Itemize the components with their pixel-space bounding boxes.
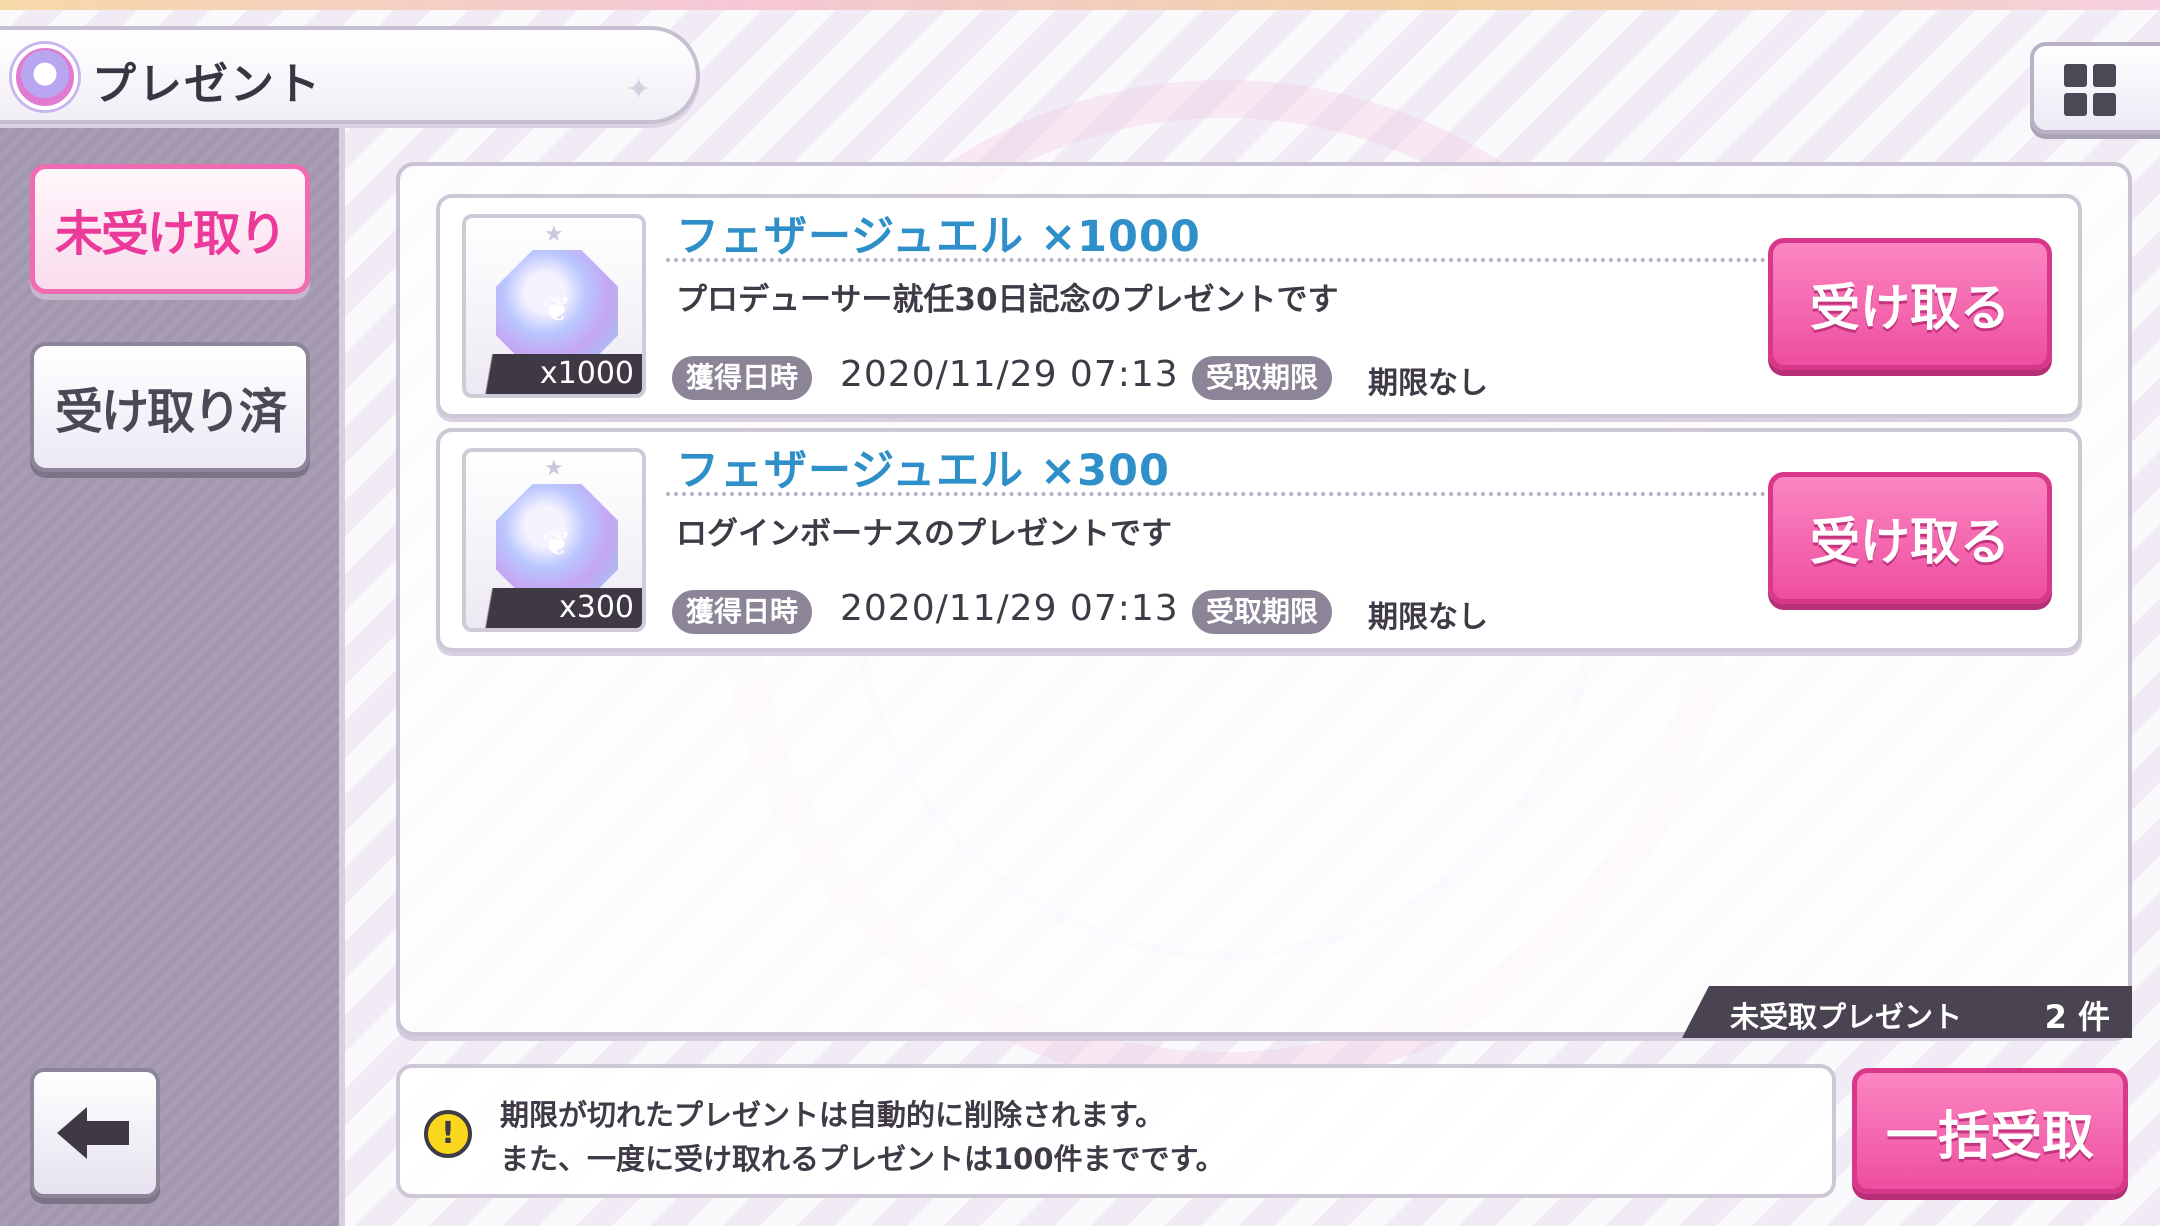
grid-menu-icon — [2064, 64, 2116, 116]
deadline-value: 期限なし — [1368, 366, 1488, 401]
wing-icon: ❦ — [542, 290, 572, 330]
page-title: プレゼント — [92, 59, 322, 110]
deadline-value: 期限なし — [1368, 600, 1488, 635]
unreceived-count-label: 未受取プレゼント — [1730, 1000, 1963, 1034]
divider — [666, 258, 1766, 262]
item-thumbnail: ★ ❦ x300 — [462, 448, 646, 632]
quantity-badge: x300 — [466, 588, 642, 628]
receive-button[interactable]: 受け取る — [1768, 238, 2052, 370]
present-icon — [12, 44, 78, 110]
tab-unreceived[interactable]: 未受け取り — [30, 164, 310, 294]
deadline-tag: 受取期限 — [1192, 590, 1333, 634]
back-button[interactable] — [30, 1068, 160, 1198]
receive-button[interactable]: 受け取る — [1768, 472, 2052, 604]
sparkle-icon: ✦ — [626, 72, 652, 107]
acquired-date-tag: 獲得日時 — [672, 590, 813, 634]
notice-box: ! 期限が切れたプレゼントは自動的に削除されます。 また、一度に受け取れるプレゼ… — [396, 1064, 1836, 1198]
present-list-panel: ★ ❦ x1000 フェザージュエル ×1000 プロデューサー就任30日記念の… — [396, 162, 2132, 1038]
item-description: プロデューサー就任30日記念のプレゼントです — [676, 282, 1339, 318]
star-icon: ★ — [544, 456, 564, 481]
sidebar: 未受け取り 受け取り済 — [0, 120, 345, 1226]
notice-line-1: 期限が切れたプレゼントは自動的に削除されます。 — [500, 1098, 1165, 1132]
background-top-band — [0, 0, 2160, 10]
item-name: フェザージュエル ×1000 — [676, 212, 1201, 262]
present-item: ★ ❦ x300 フェザージュエル ×300 ログインボーナスのプレゼントです … — [436, 428, 2082, 652]
item-description: ログインボーナスのプレゼントです — [676, 516, 1172, 552]
unreceived-count-value: 2 件 — [2044, 998, 2110, 1036]
present-item: ★ ❦ x1000 フェザージュエル ×1000 プロデューサー就任30日記念の… — [436, 194, 2082, 418]
acquired-date: 2020/11/29 07:13 — [840, 588, 1179, 629]
acquired-date: 2020/11/29 07:13 — [840, 354, 1179, 395]
quantity-badge: x1000 — [466, 354, 642, 394]
warning-icon: ! — [424, 1110, 472, 1158]
deadline-tag: 受取期限 — [1192, 356, 1333, 400]
item-thumbnail: ★ ❦ x1000 — [462, 214, 646, 398]
item-name: フェザージュエル ×300 — [676, 446, 1170, 496]
menu-button[interactable] — [2030, 42, 2160, 134]
bulk-receive-button[interactable]: 一括受取 — [1852, 1068, 2128, 1194]
wing-icon: ❦ — [542, 524, 572, 564]
header-bar: プレゼント ✦ — [0, 26, 700, 124]
notice-line-2: また、一度に受け取れるプレゼントは100件までです。 — [500, 1142, 1225, 1176]
acquired-date-tag: 獲得日時 — [672, 356, 813, 400]
unreceived-count-band: 未受取プレゼント 2 件 — [1682, 986, 2132, 1038]
arrow-left-icon — [57, 1107, 129, 1159]
tab-received[interactable]: 受け取り済 — [30, 342, 310, 472]
star-icon: ★ — [544, 222, 564, 247]
divider — [666, 492, 1766, 496]
